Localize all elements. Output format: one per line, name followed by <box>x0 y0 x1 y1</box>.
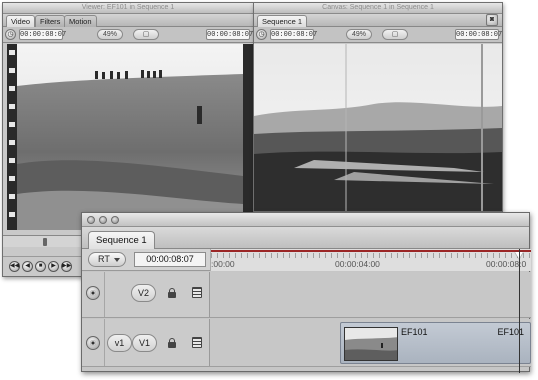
track-divider <box>104 272 105 317</box>
render-status-bar <box>211 250 531 252</box>
tab-filters[interactable]: Filters <box>35 15 66 27</box>
timeline-window: Sequence 1 RT 00:00:08:07 :00:00 00:00:0… <box>81 212 531 373</box>
track-v2: V2 <box>82 272 531 318</box>
viewer-video-frame[interactable] <box>7 44 253 230</box>
viewer-video-image <box>7 44 253 230</box>
canvas-zoom-popup[interactable]: 49% <box>346 29 372 40</box>
track-v1: v1 V1 EF101 EF101 <box>82 319 531 367</box>
canvas-timecode-field[interactable]: 00:00:08:07 <box>455 29 502 40</box>
zoom-icon[interactable] <box>111 216 119 224</box>
clip-thumbnail-image <box>345 328 397 360</box>
step-back-button[interactable]: ◀ <box>22 261 33 272</box>
track-v1-source-button[interactable]: v1 <box>107 334 132 352</box>
timeline-tab-row: Sequence 1 <box>82 227 529 249</box>
tab-motion[interactable]: Motion <box>64 15 97 27</box>
canvas-toolbar: ◷ 00:00:08:07 49% ▢ 00:00:08:07 <box>254 27 502 43</box>
tab-sequence-1[interactable]: Sequence 1 <box>257 15 308 27</box>
lock-icon[interactable] <box>168 288 176 298</box>
rewind-button[interactable]: ◀◀ <box>9 261 20 272</box>
timeline-titlebar <box>82 213 529 227</box>
visibility-toggle-icon[interactable] <box>86 336 100 350</box>
track-v2-dest-button[interactable]: V2 <box>131 284 156 302</box>
minimize-icon[interactable] <box>99 216 107 224</box>
stop-button[interactable]: ■ <box>35 261 46 272</box>
film-strip-icon[interactable] <box>192 287 202 298</box>
tab-video[interactable]: Video <box>6 15 36 27</box>
viewer-zoom-popup[interactable]: 49% <box>97 29 123 40</box>
viewer-tab-row: Video Filters Motion <box>3 14 253 27</box>
tab-sequence-1-timeline[interactable]: Sequence 1 <box>88 231 155 249</box>
timeline-header: RT 00:00:08:07 :00:00 00:00:04:00 00:00:… <box>82 249 531 271</box>
ruler-label-mid: 00:00:04:00 <box>335 259 380 269</box>
clip-name-start: EF101 <box>401 327 428 337</box>
fast-forward-button[interactable]: ▶▶ <box>61 261 72 272</box>
visibility-toggle-icon[interactable] <box>86 286 100 300</box>
canvas-title: Canvas: Sequence 1 in Sequence 1 <box>254 3 502 14</box>
canvas-view-popup[interactable]: ▢ <box>382 29 408 40</box>
viewer-timecode-field[interactable]: 00:00:08:07 <box>206 29 253 40</box>
track-v2-controls: V2 <box>82 272 210 317</box>
lock-icon[interactable] <box>168 338 176 348</box>
track-divider <box>104 319 105 366</box>
close-icon[interactable] <box>87 216 95 224</box>
scrubber-handle[interactable] <box>43 238 47 246</box>
track-v1-dest-button[interactable]: V1 <box>132 334 157 352</box>
film-strip-icon[interactable] <box>192 337 202 348</box>
canvas-video-image <box>254 44 502 211</box>
time-ruler[interactable]: :00:00 00:00:04:00 00:00:08:0 <box>210 249 531 271</box>
ruler-label-end: 00:00:08:0 <box>486 259 527 269</box>
canvas-window: Canvas: Sequence 1 in Sequence 1 Sequenc… <box>253 2 503 212</box>
viewer-duration-field[interactable]: 00:00:08:07 <box>19 29 66 40</box>
canvas-video-frame[interactable] <box>254 44 502 211</box>
track-v2-area[interactable] <box>210 272 531 317</box>
ruler-label-start: :00:00 <box>211 259 235 269</box>
rt-popup-button[interactable]: RT <box>88 252 126 267</box>
canvas-duration-field[interactable]: 00:00:08:07 <box>270 29 317 40</box>
camera-icon[interactable]: ◙ <box>486 14 498 26</box>
viewer-view-popup[interactable]: ▢ <box>133 29 159 40</box>
clock-icon: ◷ <box>256 29 267 40</box>
clip-thumbnail <box>344 327 398 361</box>
track-v1-controls: v1 V1 <box>82 319 210 366</box>
track-v1-area: EF101 EF101 <box>210 319 531 366</box>
clock-icon: ◷ <box>5 29 16 40</box>
clip-ef101[interactable]: EF101 EF101 <box>340 322 531 364</box>
ruler-ticks <box>211 253 531 258</box>
chevron-down-icon <box>114 258 120 262</box>
playhead-line <box>519 249 520 373</box>
viewer-toolbar: ◷ 00:00:08:07 49% ▢ 00:00:08:07 <box>3 27 253 43</box>
rt-label: RT <box>98 254 110 264</box>
play-button[interactable]: ▶ <box>48 261 59 272</box>
clip-name-end: EF101 <box>497 327 524 337</box>
canvas-tab-row: Sequence 1 ◙ <box>254 14 502 27</box>
timeline-timecode-field[interactable]: 00:00:08:07 <box>134 252 206 267</box>
viewer-title: Viewer: EF101 in Sequence 1 <box>3 3 253 14</box>
